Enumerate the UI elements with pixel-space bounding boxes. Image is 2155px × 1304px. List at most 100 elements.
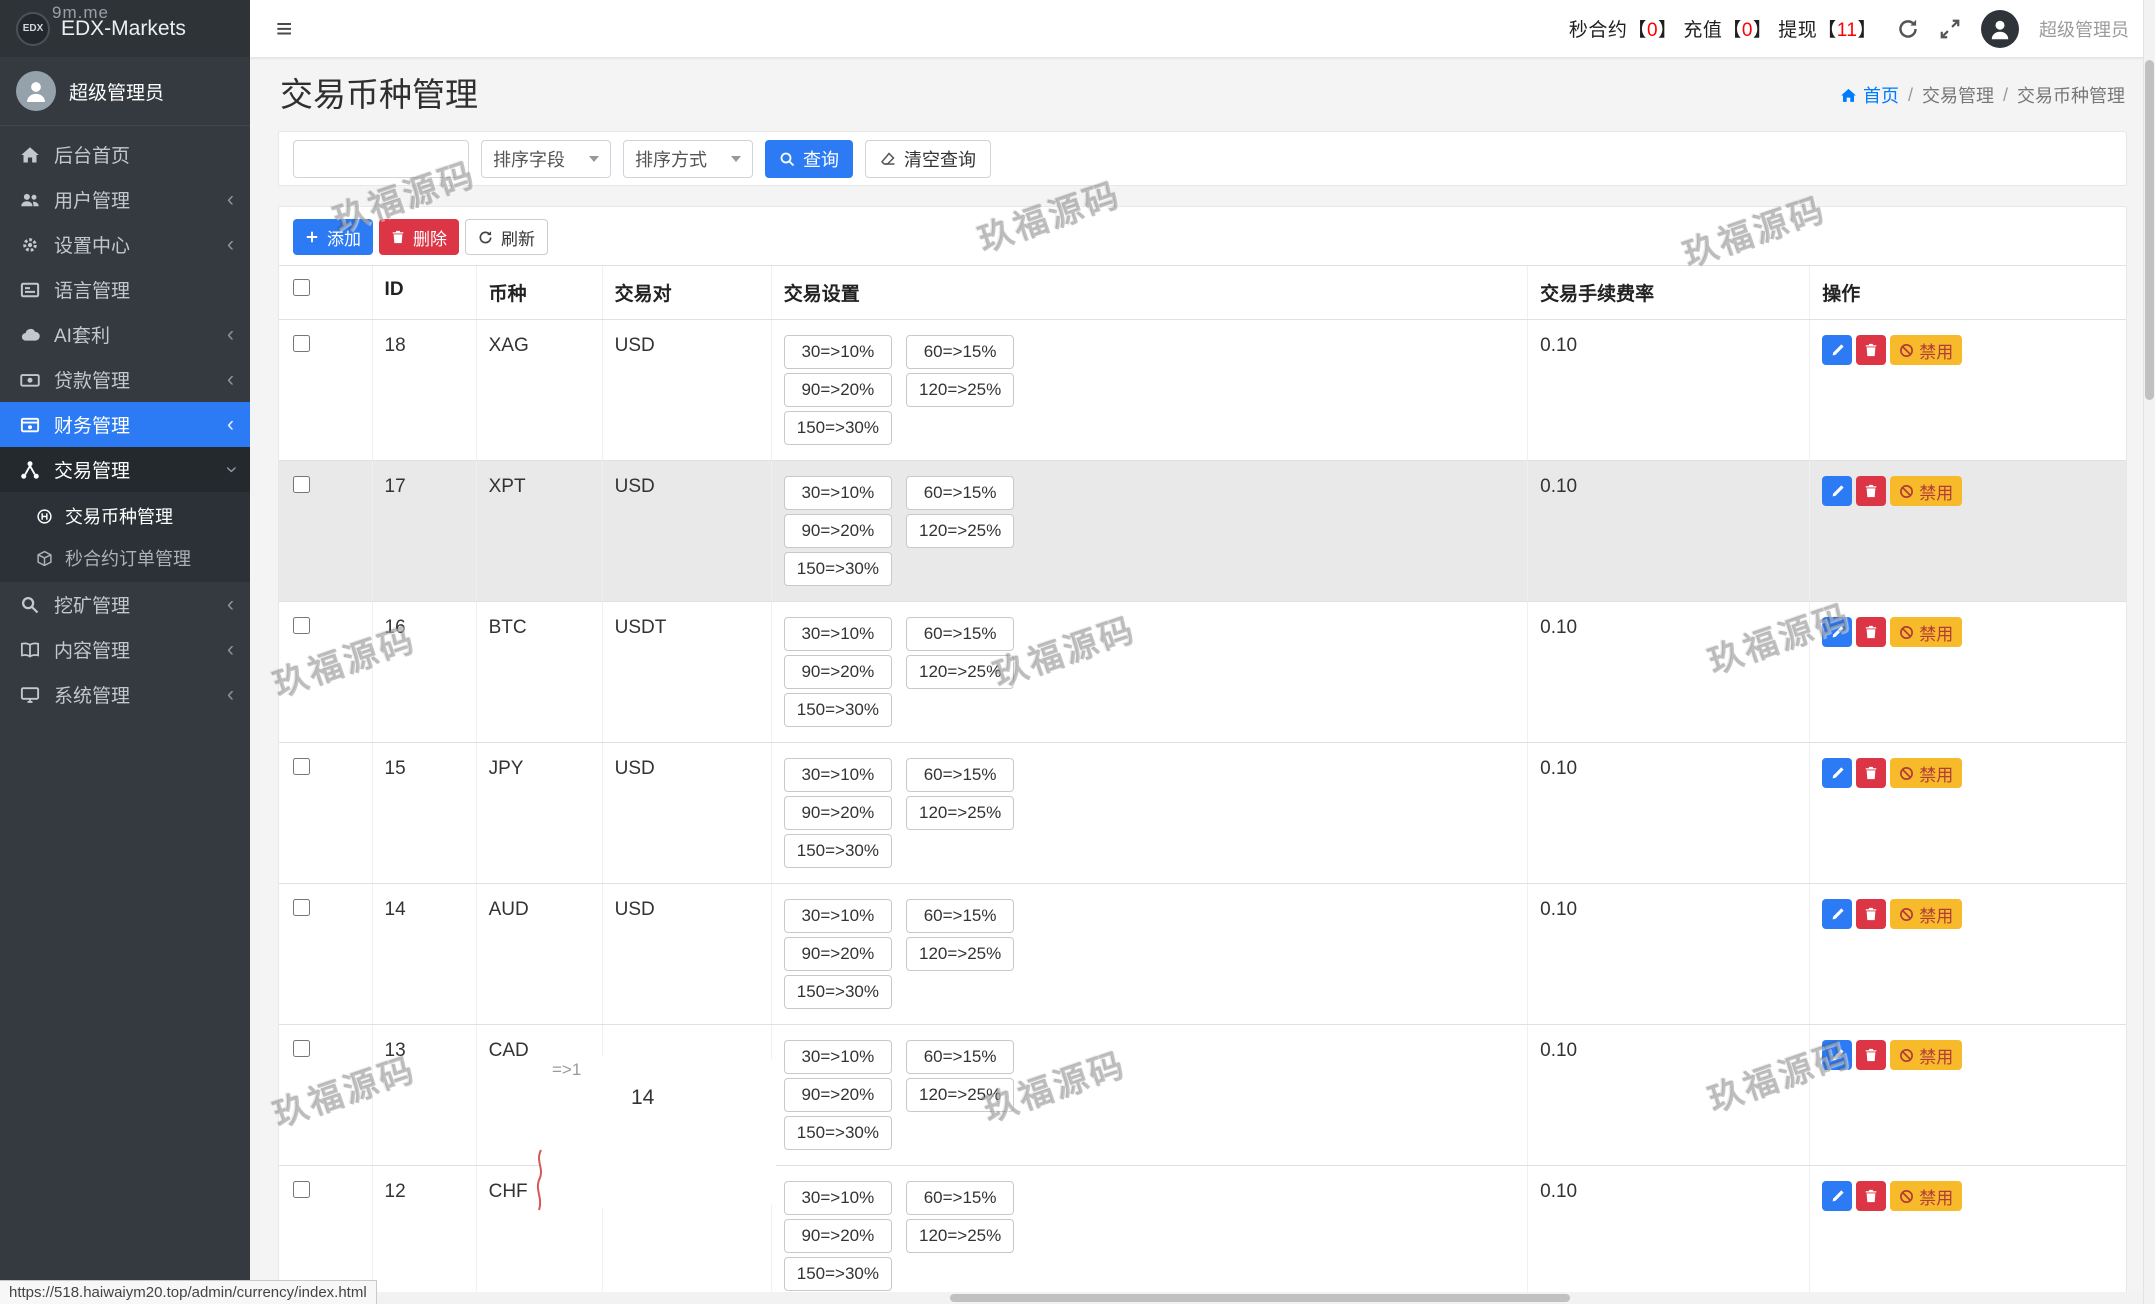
refresh-icon[interactable] [1897,18,1919,40]
edit-button[interactable] [1822,758,1853,788]
edit-button[interactable] [1822,617,1853,647]
trade-setting-chip[interactable]: 60=>15% [905,335,1015,369]
delete-button[interactable] [1856,1040,1887,1070]
trade-setting-chip[interactable]: 60=>15% [905,1040,1015,1074]
trade-setting-chip[interactable]: 120=>25% [905,1078,1015,1112]
trade-setting-chip[interactable]: 30=>10% [783,476,892,510]
refresh-table-button[interactable]: 刷新 [465,219,548,255]
topbar-user-name[interactable]: 超级管理员 [2039,16,2129,42]
notice-withdraw[interactable]: 提现【11】 [1778,20,1877,41]
trade-setting-chip[interactable]: 30=>10% [783,335,892,369]
trade-setting-chip[interactable]: 120=>25% [905,937,1015,971]
breadcrumb-separator: / [1907,84,1913,105]
trade-setting-chip[interactable]: 30=>10% [783,1181,892,1215]
bracket: 】 [1857,20,1877,41]
trade-setting-chip[interactable]: 90=>20% [783,937,892,971]
delete-button[interactable] [1856,758,1887,788]
trade-setting-chip[interactable]: 120=>25% [905,514,1015,548]
trade-setting-chip[interactable]: 60=>15% [905,617,1015,651]
trade-setting-chip[interactable]: 30=>10% [783,617,892,651]
sidebar-item-content[interactable]: 内容管理 ‹ [0,627,250,672]
sidebar-item-ai-arbitrage[interactable]: AI套利 ‹ [0,312,250,357]
sort-field-select[interactable]: 排序字段 [481,139,611,178]
sidebar-subitem-seconds-orders[interactable]: 秒合约订单管理 [0,537,250,579]
delete-button[interactable] [1856,476,1887,506]
notice-deposit[interactable]: 充值【0】 [1683,20,1772,41]
delete-button[interactable] [1856,617,1887,647]
add-button[interactable]: 添加 [293,219,373,255]
trade-setting-chip[interactable]: 30=>10% [783,1040,892,1074]
trade-setting-chip[interactable]: 60=>15% [905,758,1015,792]
trade-setting-chip[interactable]: 90=>20% [783,514,892,548]
delete-selected-button[interactable]: 删除 [379,219,459,255]
row-checkbox[interactable] [293,476,310,493]
brand[interactable]: EDX EDX-Markets [0,0,250,57]
disable-button[interactable]: 禁用 [1890,899,1963,929]
trade-setting-chip[interactable]: 90=>20% [783,655,892,689]
edit-button[interactable] [1822,1181,1853,1211]
edit-button[interactable] [1822,335,1853,365]
row-checkbox[interactable] [293,335,310,352]
trade-setting-chip[interactable]: 150=>30% [783,693,892,727]
sidebar-item-language[interactable]: 语言管理 [0,267,250,312]
row-checkbox[interactable] [293,899,310,916]
topbar-avatar-icon[interactable] [1981,9,2019,48]
trade-setting-chip[interactable]: 90=>20% [783,1078,892,1112]
sidebar-item-settings[interactable]: 设置中心 ‹ [0,222,250,267]
breadcrumb-home-link[interactable]: 首页 [1840,82,1899,108]
vertical-scrollbar-thumb[interactable] [2145,60,2154,400]
trade-setting-chip[interactable]: 90=>20% [783,373,892,407]
trade-setting-chip[interactable]: 150=>30% [783,1116,892,1150]
disable-button[interactable]: 禁用 [1890,1181,1963,1211]
sort-order-select[interactable]: 排序方式 [623,139,753,178]
sidebar-item-finance[interactable]: 财务管理 ‹ [0,402,250,447]
trade-setting-chip[interactable]: 150=>30% [783,975,892,1009]
trade-setting-chip[interactable]: 30=>10% [783,758,892,792]
trade-setting-chip[interactable]: 150=>30% [783,552,892,586]
trade-setting-chip[interactable]: 120=>25% [905,796,1015,830]
edit-button[interactable] [1822,1040,1853,1070]
menu-toggle-icon[interactable]: ≡ [276,14,292,43]
trade-setting-chip[interactable]: 90=>20% [783,1219,892,1253]
trade-setting-chip[interactable]: 150=>30% [783,1257,892,1291]
row-checkbox[interactable] [293,1181,310,1198]
trade-setting-chip[interactable]: 120=>25% [905,373,1015,407]
edit-button[interactable] [1822,899,1853,929]
sidebar-item-system[interactable]: 系统管理 ‹ [0,672,250,717]
sidebar-item-trade[interactable]: 交易管理 ‹ [0,447,250,492]
delete-button[interactable] [1856,1181,1887,1211]
edit-button[interactable] [1822,476,1853,506]
trade-setting-chip[interactable]: 60=>15% [905,476,1015,510]
trade-setting-chip[interactable]: 120=>25% [905,655,1015,689]
trade-setting-chip[interactable]: 60=>15% [905,899,1015,933]
disable-button[interactable]: 禁用 [1890,758,1963,788]
row-checkbox[interactable] [293,758,310,775]
select-all-checkbox[interactable] [293,279,310,296]
fullscreen-icon[interactable] [1939,18,1961,40]
sidebar-item-dashboard[interactable]: 后台首页 [0,132,250,177]
trade-setting-chip[interactable]: 60=>15% [905,1181,1015,1215]
row-checkbox[interactable] [293,617,310,634]
trade-setting-chip[interactable]: 150=>30% [783,834,892,868]
disable-button[interactable]: 禁用 [1890,1040,1963,1070]
row-checkbox[interactable] [293,1040,310,1057]
sidebar-item-users[interactable]: 用户管理 ‹ [0,177,250,222]
trade-setting-chip[interactable]: 90=>20% [783,796,892,830]
horizontal-scrollbar-thumb[interactable] [950,1294,1570,1302]
sidebar-item-mining[interactable]: 挖矿管理 ‹ [0,582,250,627]
search-button[interactable]: 查询 [765,139,853,178]
disable-button[interactable]: 禁用 [1890,335,1963,365]
clear-search-button[interactable]: 清空查询 [865,139,991,178]
trade-setting-chip[interactable]: 150=>30% [783,411,892,445]
notice-seconds-contract[interactable]: 秒合约【0】 [1569,20,1678,41]
disable-button[interactable]: 禁用 [1890,476,1963,506]
delete-button[interactable] [1856,335,1887,365]
trade-setting-chip[interactable]: 30=>10% [783,899,892,933]
disable-button[interactable]: 禁用 [1890,617,1963,647]
notice-counters[interactable]: 秒合约【0】 充值【0】 提现【11】 [1569,15,1877,42]
sidebar-subitem-currency-manage[interactable]: 交易币种管理 [0,495,250,537]
search-input[interactable] [293,139,469,178]
sidebar-item-loans[interactable]: 贷款管理 ‹ [0,357,250,402]
delete-button[interactable] [1856,899,1887,929]
trade-setting-chip[interactable]: 120=>25% [905,1219,1015,1253]
